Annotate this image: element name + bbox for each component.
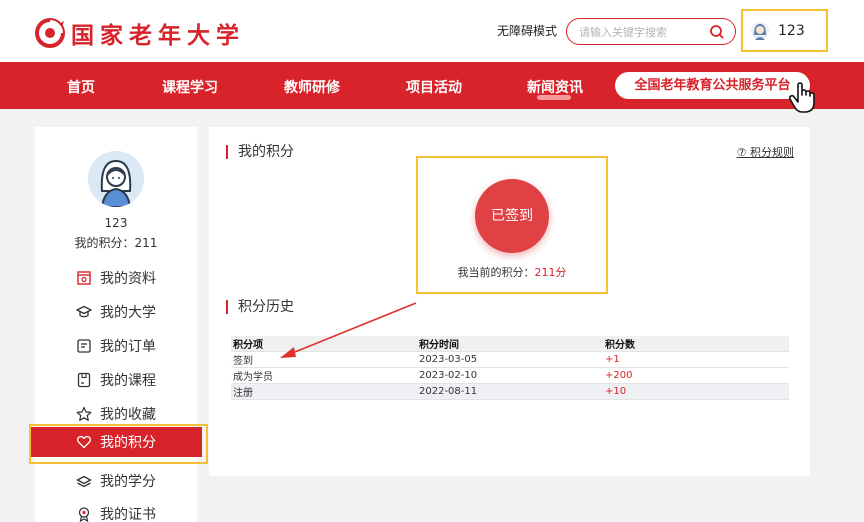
column-header: 积分时间 (419, 340, 459, 351)
table-cell: 注册 (233, 388, 253, 399)
top-header: 国家老年大学 无障碍模式 123 (0, 0, 864, 62)
logo-text: 国家老年大学 (71, 23, 245, 49)
sidebar-item-label: 我的学分 (100, 474, 156, 490)
sidebar-item-label: 我的资料 (100, 271, 156, 287)
graduation-cap-icon (76, 305, 92, 318)
nav-news-indicator (537, 95, 571, 100)
search-icon[interactable] (709, 24, 725, 40)
table-cell: 2023-03-05 (419, 354, 478, 365)
current-points-label: 我当前的积分： (457, 266, 535, 279)
table-row: 注册 2022-08-11 +10 (231, 384, 789, 400)
hand-cursor-icon (788, 82, 815, 113)
nav-projects[interactable]: 项目活动 (406, 77, 462, 97)
username: 123 (778, 23, 805, 39)
table-row: 成为学员 2023-02-10 +200 (231, 368, 789, 384)
nav-news[interactable]: 新闻资讯 (527, 77, 583, 97)
current-points: 我当前的积分：211分 (418, 264, 606, 280)
course-icon (77, 372, 91, 388)
sidebar-item-profile[interactable]: 我的资料 (35, 263, 197, 293)
sidebar-item-university[interactable]: 我的大学 (35, 297, 197, 327)
signin-area: 已签到 我当前的积分：211分 (416, 156, 608, 294)
points-rules-label: 积分规则 (750, 146, 794, 159)
certificate-icon (78, 507, 90, 522)
table-cell: 2023-02-10 (419, 370, 478, 381)
annotation-arrow-icon (280, 302, 417, 358)
sidebar-item-label: 我的大学 (100, 305, 156, 321)
sidebar-username: 123 (104, 216, 128, 230)
points-rules-link[interactable]: ⑦ 积分规则 (737, 144, 794, 160)
active-item-highlight (29, 424, 208, 464)
order-icon (77, 339, 91, 353)
sidebar-item-credits[interactable]: 我的学分 (35, 466, 197, 496)
table-cell: +1 (605, 354, 620, 365)
logo-icon (35, 18, 65, 48)
nav-public-service-platform[interactable]: 全国老年教育公共服务平台 (615, 72, 810, 99)
main-nav: 首页 课程学习 教师研修 项目活动 新闻资讯 全国老年教育公共服务平台 (0, 62, 864, 109)
table-cell: +200 (605, 370, 633, 381)
user-account[interactable]: 123 (741, 9, 828, 52)
sidebar-item-courses[interactable]: 我的课程 (35, 365, 197, 395)
credit-icon (76, 475, 92, 488)
search-input[interactable] (579, 23, 699, 41)
table-cell: 2022-08-11 (419, 386, 478, 397)
avatar (88, 151, 144, 207)
star-icon (76, 406, 92, 421)
user-avatar-icon (751, 22, 769, 40)
nav-course-study[interactable]: 课程学习 (162, 77, 218, 97)
sidebar-item-label: 我的课程 (100, 373, 156, 389)
sidebar-item-label: 我的证书 (100, 507, 156, 522)
sidebar-item-label: 我的订单 (100, 339, 156, 355)
sidebar-item-label: 我的收藏 (100, 407, 156, 423)
profile-icon (77, 271, 91, 285)
sidebar-item-certificates[interactable]: 我的证书 (35, 499, 197, 522)
help-circle-icon: ⑦ (736, 146, 747, 159)
table-cell: +10 (605, 386, 627, 397)
site-logo[interactable]: 国家老年大学 (35, 16, 245, 50)
current-points-value: 211分 (534, 266, 567, 279)
table-cell: 成为学员 (233, 372, 273, 383)
sidebar-item-orders[interactable]: 我的订单 (35, 331, 197, 361)
nav-teacher-training[interactable]: 教师研修 (284, 77, 340, 97)
nav-home[interactable]: 首页 (67, 77, 95, 97)
signin-button[interactable]: 已签到 (475, 179, 549, 253)
sidebar-points: 我的积分：211 (74, 236, 158, 250)
page-title: 我的积分 (226, 145, 294, 159)
accessibility-mode-link[interactable]: 无障碍模式 (497, 22, 557, 39)
search-box (566, 18, 736, 45)
column-header: 积分数 (605, 340, 635, 351)
avatar-icon (88, 151, 144, 207)
